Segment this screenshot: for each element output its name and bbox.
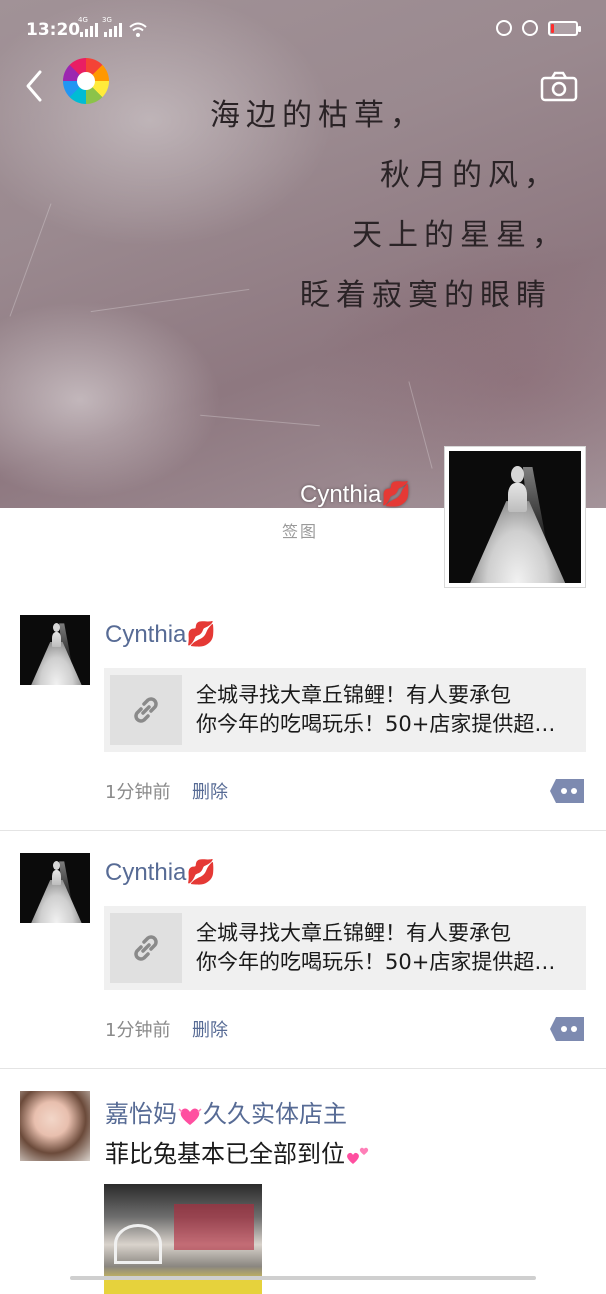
status-time: 13:20 xyxy=(26,20,81,40)
link-thumbnail xyxy=(110,913,182,983)
cover-texture xyxy=(90,288,250,313)
feed-post: Cynthia💋 全城寻找大章丘锦鲤！有人要承包 你今年的吃喝玩乐！50+店家提… xyxy=(0,838,606,1068)
alarm-icon xyxy=(522,20,538,36)
cover-poem-line: 海边的枯草， xyxy=(210,98,426,133)
cover-poem-line: 秋月的风， xyxy=(380,158,560,193)
link-title: 全城寻找大章丘锦鲤！有人要承包 你今年的吃喝玩乐！50+店家提供超… xyxy=(196,919,576,977)
signal-icon: 4G xyxy=(78,16,98,37)
profile-signature: 签图 xyxy=(282,522,319,541)
cover-texture xyxy=(200,414,320,427)
rotation-lock-icon xyxy=(496,20,512,36)
chevron-left-icon[interactable] xyxy=(22,68,52,104)
signal-label: 4G xyxy=(78,16,88,24)
link-thumbnail xyxy=(110,675,182,745)
wedding-photo xyxy=(449,451,581,583)
shared-link-card[interactable]: 全城寻找大章丘锦鲤！有人要承包 你今年的吃喝玩乐！50+店家提供超… xyxy=(104,668,586,752)
aperture-logo-icon[interactable] xyxy=(63,58,109,104)
post-author[interactable]: Cynthia💋 xyxy=(105,858,216,887)
feed-post: 嘉怡妈 久久实体店主 菲比兔基本已全部到位 xyxy=(0,1076,606,1294)
wifi-icon xyxy=(129,22,147,37)
battery-level xyxy=(551,23,555,33)
link-title: 全城寻找大章丘锦鲤！有人要承包 你今年的吃喝玩乐！50+店家提供超… xyxy=(196,681,576,739)
feed-post: Cynthia💋 全城寻找大章丘锦鲤！有人要承包 你今年的吃喝玩乐！50+店家提… xyxy=(0,600,606,830)
battery-icon xyxy=(548,20,581,36)
wedding-photo xyxy=(20,615,90,685)
comment-menu-icon[interactable] xyxy=(548,777,586,805)
post-avatar[interactable] xyxy=(20,615,90,685)
post-author[interactable]: 嘉怡妈 久久实体店主 xyxy=(105,1094,347,1129)
post-timestamp: 1分钟前 xyxy=(105,782,171,803)
post-author-part: 久久实体店主 xyxy=(203,1101,347,1128)
status-bar: 13:20 4G 3G xyxy=(0,0,606,60)
shared-link-card[interactable]: 全城寻找大章丘锦鲤！有人要承包 你今年的吃喝玩乐！50+店家提供超… xyxy=(104,906,586,990)
signal-icon: 3G xyxy=(102,16,122,37)
delete-button[interactable]: 删除 xyxy=(192,778,228,804)
profile-avatar[interactable] xyxy=(444,446,586,588)
link-title-line: 全城寻找大章丘锦鲤！有人要承包 xyxy=(196,921,511,945)
post-timestamp: 1分钟前 xyxy=(105,1020,171,1041)
post-text-content: 菲比兔基本已全部到位 xyxy=(105,1140,345,1168)
post-text: 菲比兔基本已全部到位 xyxy=(105,1134,371,1169)
wedding-photo xyxy=(20,853,90,923)
status-network: 4G 3G xyxy=(78,16,148,38)
cover-poem-line: 眨着寂寞的眼睛 xyxy=(300,278,552,313)
link-title-line: 你今年的吃喝玩乐！50+店家提供超… xyxy=(196,712,556,736)
post-divider xyxy=(0,830,606,831)
camera-icon[interactable] xyxy=(540,70,578,102)
link-title-line: 你今年的吃喝玩乐！50+店家提供超… xyxy=(196,950,556,974)
post-divider xyxy=(0,1068,606,1069)
profile-display-name: Cynthia💋 xyxy=(300,481,412,508)
cover-texture xyxy=(408,381,433,469)
signal-label: 3G xyxy=(102,16,112,24)
post-author[interactable]: Cynthia💋 xyxy=(105,620,216,649)
status-indicators xyxy=(496,20,581,36)
two-hearts-icon xyxy=(347,1147,369,1164)
scroll-indicator xyxy=(70,1276,536,1280)
cover-poem-line: 天上的星星， xyxy=(352,218,568,253)
delete-button[interactable]: 删除 xyxy=(192,1016,228,1042)
link-icon xyxy=(134,697,158,723)
link-title-line: 全城寻找大章丘锦鲤！有人要承包 xyxy=(196,683,511,707)
post-avatar[interactable] xyxy=(20,853,90,923)
comment-menu-icon[interactable] xyxy=(548,1015,586,1043)
link-icon xyxy=(134,935,158,961)
cover-texture xyxy=(9,203,52,317)
sparkling-heart-icon xyxy=(178,1108,202,1125)
post-author-part: 嘉怡妈 xyxy=(105,1101,177,1128)
post-avatar[interactable] xyxy=(20,1091,90,1161)
